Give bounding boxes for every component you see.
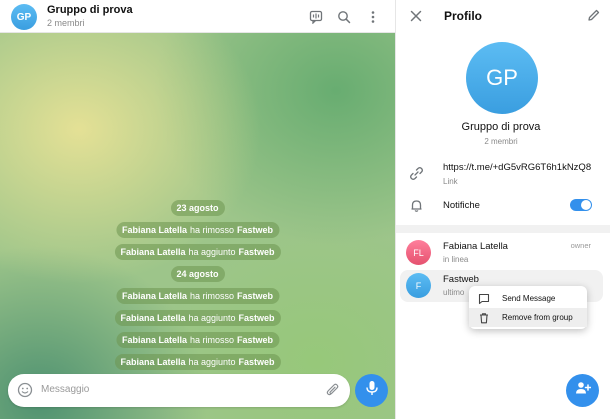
message-composer[interactable]: Messaggio	[8, 374, 350, 407]
chat-title[interactable]: Gruppo di prova	[47, 4, 133, 16]
service-message-action: ha aggiunto	[188, 313, 236, 323]
member-avatar: FL	[406, 240, 431, 265]
service-message: Fabiana Latella ha aggiunto Fastweb	[114, 310, 281, 326]
service-message-target[interactable]: Fastweb	[237, 291, 273, 301]
member-row[interactable]: FL Fabiana Latella in linea owner	[400, 237, 603, 269]
emoji-icon[interactable]	[17, 382, 33, 403]
attach-icon[interactable]	[325, 382, 341, 403]
chat-subtitle: 2 membri	[47, 18, 85, 28]
service-message-target[interactable]: Fastweb	[239, 247, 275, 257]
message-input[interactable]: Messaggio	[41, 384, 89, 395]
service-message-action: ha aggiunto	[188, 357, 236, 367]
more-vertical-icon[interactable]	[364, 8, 382, 26]
profile-members-count: 2 membri	[484, 137, 518, 146]
date-separator: 24 agosto	[170, 266, 225, 282]
service-message-action: ha aggiunto	[188, 247, 236, 257]
search-icon[interactable]	[335, 8, 353, 26]
chat-avatar[interactable]: GP	[11, 4, 37, 30]
menu-item-label: Send Message	[502, 294, 556, 303]
service-message: Fabiana Latella ha rimosso Fastweb	[115, 332, 280, 348]
profile-title: Profilo	[444, 9, 482, 23]
message-icon	[478, 293, 490, 307]
service-message-actor[interactable]: Fabiana Latella	[120, 313, 185, 323]
voice-record-button[interactable]	[355, 374, 388, 407]
service-message-actor[interactable]: Fabiana Latella	[120, 247, 185, 257]
service-message-action: ha rimosso	[190, 335, 235, 345]
member-avatar: F	[406, 273, 431, 298]
service-message-target[interactable]: Fastweb	[239, 357, 275, 367]
trash-icon	[478, 312, 490, 326]
service-message-actor[interactable]: Fabiana Latella	[122, 335, 187, 345]
member-context-menu: Send Message Remove from group	[469, 286, 587, 329]
notifications-label: Notifiche	[443, 200, 480, 211]
section-divider	[396, 225, 610, 233]
notifications-toggle[interactable]	[570, 199, 592, 211]
service-message-target[interactable]: Fastweb	[237, 225, 273, 235]
service-message: Fabiana Latella ha aggiunto Fastweb	[114, 244, 281, 260]
profile-header: Profilo	[396, 0, 610, 33]
service-message: Fabiana Latella ha aggiunto Fastweb	[114, 354, 281, 370]
member-name: Fabiana Latella	[443, 241, 508, 252]
date-separator: 23 agosto	[170, 200, 225, 216]
send-message-menu-item[interactable]: Send Message	[469, 289, 587, 308]
add-user-icon	[575, 381, 591, 400]
service-message-action: ha rimosso	[190, 225, 235, 235]
menu-item-label: Remove from group	[502, 313, 573, 322]
invite-link[interactable]: https://t.me/+dG5vRG6T6h1kNzQ8	[443, 162, 591, 173]
edit-icon[interactable]	[587, 8, 601, 27]
service-message-actor[interactable]: Fabiana Latella	[122, 225, 187, 235]
close-icon[interactable]	[408, 8, 424, 29]
profile-panel: Profilo GP Gruppo di prova 2 membri http…	[395, 0, 610, 419]
chat-header[interactable]: GP Gruppo di prova 2 membri	[0, 0, 395, 33]
service-message: Fabiana Latella ha rimosso Fastweb	[115, 222, 280, 238]
microphone-icon	[365, 380, 379, 401]
service-message-action: ha rimosso	[190, 291, 235, 301]
profile-name: Gruppo di prova	[461, 121, 541, 133]
profile-avatar[interactable]: GP	[466, 42, 538, 114]
link-icon	[409, 166, 424, 186]
service-message-actor[interactable]: Fabiana Latella	[122, 291, 187, 301]
member-name: Fastweb	[443, 274, 479, 285]
member-status: in linea	[443, 255, 469, 264]
bell-icon	[409, 198, 424, 218]
chat-panel: GP Gruppo di prova 2 membri 23 agosto Fa…	[0, 0, 395, 419]
service-message-actor[interactable]: Fabiana Latella	[120, 357, 185, 367]
remove-from-group-menu-item[interactable]: Remove from group	[469, 308, 587, 327]
invite-link-label: Link	[443, 177, 458, 186]
member-role-badge: owner	[570, 241, 591, 250]
video-chat-icon[interactable]	[307, 8, 325, 26]
service-message-target[interactable]: Fastweb	[237, 335, 273, 345]
service-message: Fabiana Latella ha rimosso Fastweb	[115, 288, 280, 304]
service-message-target[interactable]: Fastweb	[239, 313, 275, 323]
add-member-button[interactable]	[566, 374, 599, 407]
member-status: ultimo	[443, 288, 465, 297]
